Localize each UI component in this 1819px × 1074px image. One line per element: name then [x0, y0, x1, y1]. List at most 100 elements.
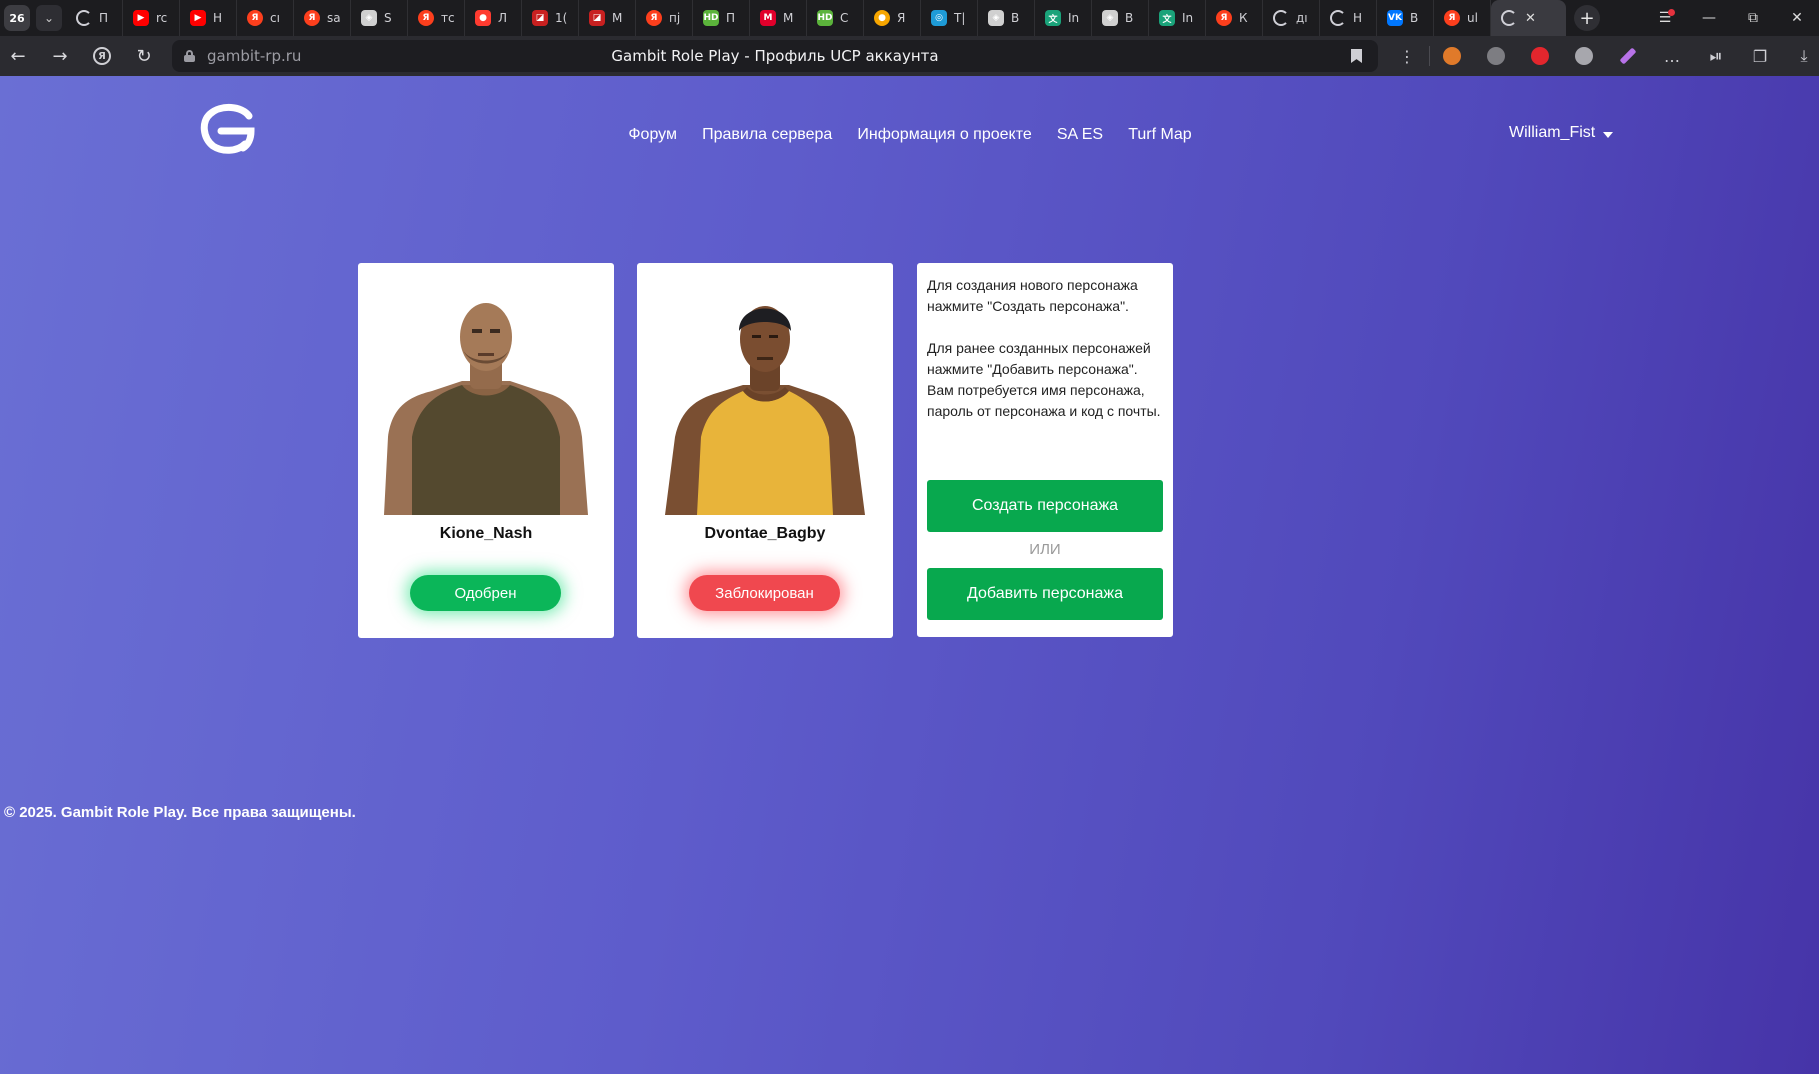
user-menu[interactable]: William_Fist — [1509, 124, 1614, 142]
tab[interactable]: ◪ М — [579, 0, 636, 36]
yandex-icon: Я — [418, 10, 434, 26]
tab[interactable]: 文 In — [1149, 0, 1206, 36]
game-icon: ◈ — [361, 10, 377, 26]
tab[interactable]: ◈ S — [351, 0, 408, 36]
back-icon[interactable]: ← — [0, 38, 36, 74]
game-icon: ◈ — [988, 10, 1004, 26]
close-tab-icon[interactable]: ✕ — [1525, 11, 1536, 26]
site-header: Форум Правила сервера Информация о проек… — [0, 76, 1819, 196]
extension-5-icon[interactable] — [1606, 36, 1650, 76]
tab[interactable]: ▶ rc — [123, 0, 180, 36]
reload-icon[interactable]: ↻ — [126, 38, 162, 74]
tab[interactable]: Яsa — [294, 0, 351, 36]
tab-title: S — [384, 11, 392, 25]
nav-turf-map[interactable]: Turf Map — [1128, 126, 1191, 143]
more-options-icon[interactable]: ⋮ — [1385, 36, 1429, 76]
address-bar: ← → Я ↻ gambit-rp.ru Gambit Role Play - … — [0, 36, 1819, 76]
tab[interactable]: Ятс — [408, 0, 465, 36]
tabs-menu-icon[interactable]: ☰ — [1643, 0, 1687, 36]
url-text[interactable]: gambit-rp.ru — [207, 47, 301, 65]
tab[interactable]: дı — [1263, 0, 1320, 36]
more-extensions-icon[interactable]: … — [1650, 36, 1694, 76]
tab[interactable]: ◪ 1( — [522, 0, 579, 36]
instruction-create: Для создания нового персонажа нажмите "С… — [927, 277, 1138, 314]
character-card[interactable]: Kione_Nash Одобрен — [358, 263, 614, 638]
tab[interactable]: ◈ В — [978, 0, 1035, 36]
tab-title: В — [1011, 11, 1020, 25]
translate-icon: 文 — [1045, 10, 1061, 26]
youtube-icon: ▶ — [133, 10, 149, 26]
downloads-icon[interactable]: ⤓ — [1782, 36, 1819, 76]
create-character-button[interactable]: Создать персонажа — [927, 480, 1163, 532]
tab[interactable]: П — [66, 0, 123, 36]
gambit-icon — [1273, 10, 1289, 26]
yandex-icon: Я — [304, 10, 320, 26]
character-name: Dvontae_Bagby — [704, 525, 826, 542]
tab-title: С — [840, 11, 849, 25]
tab[interactable]: Яcı — [237, 0, 294, 36]
tab[interactable]: Яul — [1434, 0, 1491, 36]
tab[interactable]: ЯК — [1206, 0, 1263, 36]
m-icon: M — [760, 10, 776, 26]
username[interactable]: William_Fist — [1509, 124, 1595, 142]
close-window-icon[interactable]: ✕ — [1775, 0, 1819, 36]
footer-copyright: © 2025. Gambit Role Play. Все права защи… — [4, 804, 356, 821]
extension-3-icon[interactable] — [1518, 36, 1562, 76]
minimize-icon[interactable]: — — [1687, 0, 1731, 36]
forward-icon[interactable]: → — [42, 38, 78, 74]
tab[interactable]: ● Я — [864, 0, 921, 36]
create-character-card: Для создания нового персонажа нажмите "С… — [917, 263, 1173, 637]
yandex-icon: Я — [646, 10, 662, 26]
restore-icon[interactable]: ⧉ — [1731, 0, 1775, 36]
yandex-home-icon[interactable]: Я — [84, 38, 120, 74]
nav-forum[interactable]: Форум — [628, 126, 677, 143]
collections-icon[interactable]: ❐ — [1738, 36, 1782, 76]
lock-icon[interactable] — [184, 50, 195, 62]
tab-title: In — [1068, 11, 1080, 25]
tab-counter[interactable]: 26 — [4, 5, 30, 31]
tab[interactable]: Н — [1320, 0, 1377, 36]
tab-title: дı — [1296, 11, 1308, 25]
tab[interactable]: ▶ Н — [180, 0, 237, 36]
tab[interactable]: 文 In — [1035, 0, 1092, 36]
character-card[interactable]: Dvontae_Bagby Заблокирован — [637, 263, 893, 638]
tab-title: cı — [270, 11, 280, 25]
bookmark-icon[interactable] — [1351, 49, 1362, 63]
tab[interactable]: MМ — [750, 0, 807, 36]
tab[interactable]: ◎ Т| — [921, 0, 978, 36]
character-portrait — [665, 306, 865, 515]
chevron-down-icon[interactable] — [1603, 131, 1614, 138]
nav-sa-es[interactable]: SA ES — [1057, 126, 1103, 143]
character-name: Kione_Nash — [439, 525, 533, 542]
tab-title: Т| — [954, 11, 966, 25]
game-icon: ◈ — [1102, 10, 1118, 26]
extension-2-icon[interactable] — [1474, 36, 1518, 76]
nav-server-rules[interactable]: Правила сервера — [702, 126, 832, 143]
extension-1-icon[interactable] — [1430, 36, 1474, 76]
app-icon: ◎ — [931, 10, 947, 26]
tab-active[interactable]: ✕ — [1491, 0, 1566, 36]
media-icon[interactable]: ⏯ — [1694, 36, 1738, 76]
window-controls: ☰ — ⧉ ✕ — [1643, 0, 1819, 36]
tab-title: rc — [156, 11, 168, 25]
tab[interactable]: VK В — [1377, 0, 1434, 36]
extension-4-icon[interactable] — [1562, 36, 1606, 76]
tab[interactable]: HD С — [807, 0, 864, 36]
tab[interactable]: Япј — [636, 0, 693, 36]
gambit-icon — [76, 10, 92, 26]
tab-title: 1( — [555, 11, 568, 25]
fire-icon: ● — [874, 10, 890, 26]
tab[interactable]: ● Л — [465, 0, 522, 36]
new-tab-button[interactable]: + — [1574, 5, 1600, 31]
nav-project-info[interactable]: Информация о проекте — [857, 126, 1031, 143]
tab-title: М — [783, 11, 794, 25]
add-character-button[interactable]: Добавить персонажа — [927, 568, 1163, 620]
url-field[interactable]: gambit-rp.ru Gambit Role Play - Профиль … — [172, 40, 1378, 72]
tab-title: Л — [498, 11, 508, 25]
browser-tab-bar: 26 ⌄ П ▶ rc ▶ Н Яcı Яsa ◈ S Ятс ● Л ◪ 1(◪ М Япј HD П M М HD С… — [0, 0, 1819, 36]
gambit-icon — [1330, 10, 1346, 26]
tab-title: В — [1125, 11, 1134, 25]
tab-list-chevron-icon[interactable]: ⌄ — [36, 5, 62, 31]
tab[interactable]: ◈ В — [1092, 0, 1149, 36]
tab[interactable]: HD П — [693, 0, 750, 36]
